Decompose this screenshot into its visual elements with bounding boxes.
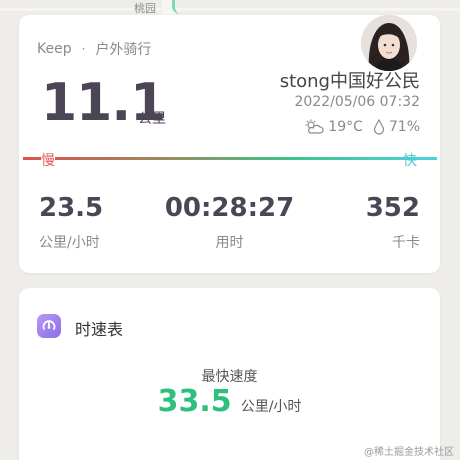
- duration-label: 用时: [215, 235, 244, 251]
- fastest-speed-unit: 公里/小时: [240, 399, 302, 415]
- fastest-speed-row: 33.5 公里/小时: [19, 384, 440, 419]
- fastest-speed-value: 33.5: [157, 384, 232, 419]
- calories-value: 352: [365, 193, 420, 223]
- fastest-speed-label: 最快速度: [201, 369, 258, 385]
- speedometer-card: 时速表 最快速度 33.5 公里/小时: [19, 288, 440, 460]
- activity-summary-card: Keep · 户外骑行 11.1 公里 stong中国好公民 2022/05/0…: [19, 15, 440, 273]
- partly-cloudy-icon: [304, 119, 324, 135]
- calories-label: 千卡: [392, 235, 420, 251]
- temperature: 19°C: [328, 119, 363, 135]
- map-place-label: 桃园: [134, 2, 156, 15]
- speedometer-icon: [37, 314, 61, 338]
- map-road: [0, 8, 460, 11]
- humidity-drop-icon: [373, 119, 385, 135]
- activity-header: Keep · 户外骑行: [37, 39, 151, 59]
- avatar[interactable]: [361, 15, 417, 71]
- speed-slow-label: 慢: [41, 150, 55, 170]
- speedometer-title: 时速表: [75, 320, 124, 339]
- username: stong中国好公民: [279, 71, 420, 92]
- weather-info: 19°C 71%: [304, 119, 420, 135]
- humidity: 71%: [388, 119, 420, 135]
- activity-type: 户外骑行: [95, 42, 152, 58]
- speed-gradient-bar: [23, 157, 437, 160]
- separator: ·: [81, 42, 86, 56]
- brand-name: Keep: [37, 41, 72, 57]
- speed-fast-label: 快: [403, 153, 417, 169]
- distance-unit: 公里: [138, 111, 166, 127]
- watermark: @稀土掘金技术社区: [364, 447, 454, 458]
- activity-datetime: 2022/05/06 07:32: [294, 94, 421, 110]
